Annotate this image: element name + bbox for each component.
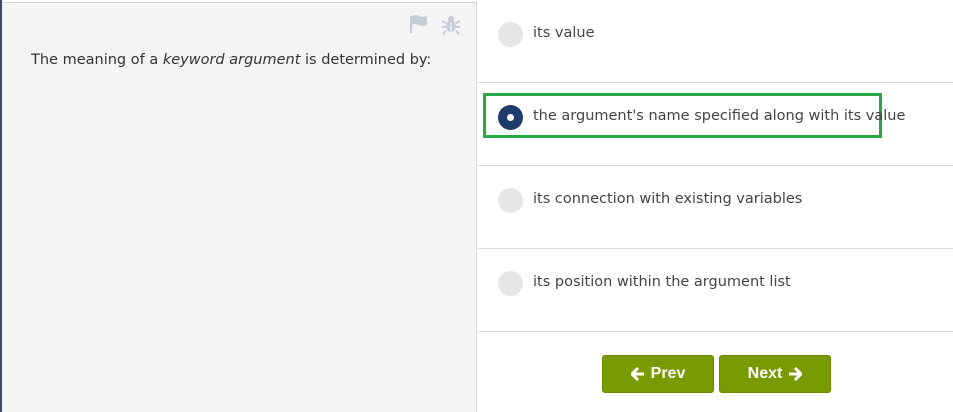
answer-option-2[interactable]: the argument's name specified along with… [478, 83, 953, 166]
question-panel: The meaning of a keyword argument is det… [2, 2, 477, 412]
next-button-label: Next [747, 365, 783, 382]
flag-icon[interactable] [408, 13, 430, 35]
answer-option-3[interactable]: its connection with existing variables [478, 166, 953, 249]
question-keyword: keyword argument [162, 52, 301, 68]
question-text-suffix: is determined by: [300, 52, 432, 68]
answer-label: its value [533, 25, 595, 41]
prev-button[interactable]: Prev [602, 355, 714, 393]
answer-label: its position within the argument list [533, 274, 791, 290]
radio-button-selected[interactable] [498, 105, 523, 130]
answer-label: its connection with existing variables [533, 191, 803, 207]
answer-list: its value the argument's name specified … [478, 0, 953, 334]
answer-option-4[interactable]: its position within the argument list [478, 249, 953, 332]
question-text-prefix: The meaning of a [31, 52, 163, 68]
answer-label: the argument's name specified along with… [533, 108, 906, 124]
arrow-right-icon [789, 367, 803, 381]
question-toolbar [408, 13, 462, 35]
question-text: The meaning of a keyword argument is det… [31, 52, 431, 68]
next-button[interactable]: Next [719, 355, 831, 393]
bug-icon[interactable] [440, 13, 462, 35]
prev-button-label: Prev [650, 365, 686, 382]
navigation-bar: Prev Next [478, 334, 953, 412]
radio-button[interactable] [498, 188, 523, 213]
arrow-left-icon [630, 367, 644, 381]
answer-option-1[interactable]: its value [478, 0, 953, 83]
radio-button[interactable] [498, 22, 523, 47]
radio-button[interactable] [498, 271, 523, 296]
